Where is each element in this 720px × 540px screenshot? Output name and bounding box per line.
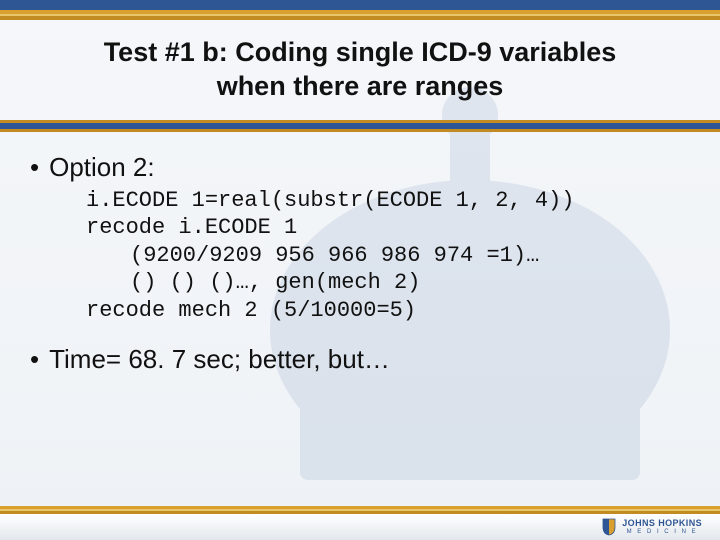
code-block: i.ECODE 1=real(substr(ECODE 1, 2, 4)) re… [30, 183, 690, 335]
slide: Test #1 b: Coding single ICD-9 variables… [0, 0, 720, 540]
top-gold-bar [0, 10, 720, 20]
slide-title: Test #1 b: Coding single ICD-9 variables… [40, 36, 680, 104]
content-area: • Option 2: i.ECODE 1=real(substr(ECODE … [0, 132, 720, 376]
code-line-4: () () ()…, gen(mech 2) [86, 269, 690, 297]
separator-bar [0, 120, 720, 132]
bullet-time: • Time= 68. 7 sec; better, but… [30, 344, 690, 375]
shield-icon [602, 518, 616, 536]
title-line-2: when there are ranges [217, 71, 504, 101]
code-line-2: recode i.ECODE 1 [86, 215, 297, 240]
code-line-5: recode mech 2 (5/10000=5) [86, 298, 416, 323]
code-line-1: i.ECODE 1=real(substr(ECODE 1, 2, 4)) [86, 188, 574, 213]
title-line-1: Test #1 b: Coding single ICD-9 variables [104, 37, 617, 67]
logo-name: JOHNS HOPKINS [622, 519, 702, 528]
logo-sub: M E D I C I N E [622, 529, 702, 535]
title-block: Test #1 b: Coding single ICD-9 variables… [0, 20, 720, 112]
logo-text: JOHNS HOPKINS M E D I C I N E [622, 519, 702, 535]
bullet-option: • Option 2: [30, 152, 690, 183]
top-blue-bar [0, 0, 720, 10]
footer-gradient: JOHNS HOPKINS M E D I C I N E [0, 514, 720, 540]
footer: JOHNS HOPKINS M E D I C I N E [0, 506, 720, 540]
bullet-option-text: Option 2: [49, 152, 155, 183]
johns-hopkins-logo: JOHNS HOPKINS M E D I C I N E [602, 518, 702, 536]
footer-gold-bar [0, 506, 720, 514]
code-line-3: (9200/9209 956 966 986 974 =1)… [86, 242, 690, 270]
bullet-dot-icon: • [30, 344, 39, 375]
bullet-dot-icon: • [30, 152, 39, 183]
bullet-time-text: Time= 68. 7 sec; better, but… [49, 344, 390, 375]
